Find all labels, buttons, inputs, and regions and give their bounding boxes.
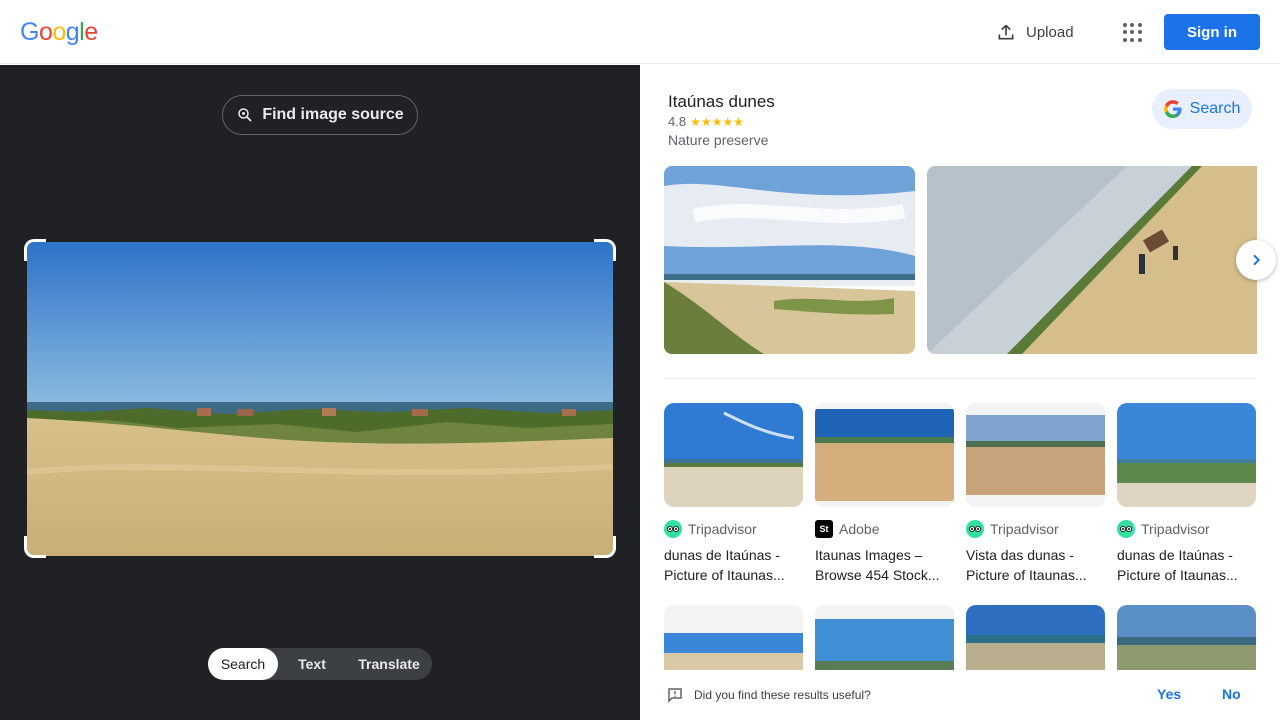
results-pane: Itaúnas dunes 4.8 ★★★★★ Nature preserve … bbox=[640, 65, 1280, 720]
result-thumbnail[interactable] bbox=[664, 605, 803, 671]
logo-letter: g bbox=[65, 18, 80, 46]
logo-letter: o bbox=[38, 18, 53, 46]
crop-handle-top-left[interactable] bbox=[24, 239, 46, 261]
top-bar: Google Upload Sign in bbox=[0, 0, 1280, 64]
google-logo[interactable]: Google bbox=[20, 18, 98, 47]
upload-button[interactable]: Upload bbox=[984, 14, 1086, 50]
logo-letter: e bbox=[84, 18, 98, 46]
visual-match-card[interactable]: Tripadvisor dunas de Itaúnas - Picture o… bbox=[664, 403, 803, 585]
result-thumbnail bbox=[1117, 403, 1256, 507]
result-thumbnail bbox=[815, 403, 954, 507]
logo-letter: o bbox=[52, 18, 66, 46]
result-source: St Adobe bbox=[815, 519, 954, 539]
result-source: Tripadvisor bbox=[966, 519, 1105, 539]
apps-grid-icon[interactable] bbox=[1116, 16, 1148, 48]
place-title[interactable]: Itaúnas dunes bbox=[668, 92, 775, 112]
star-rating-icon: ★★★★★ bbox=[690, 114, 744, 129]
result-title[interactable]: Itaunas Images – Browse 454 Stock... bbox=[815, 545, 954, 585]
tripadvisor-icon bbox=[966, 520, 984, 538]
search-label: Search bbox=[1189, 100, 1241, 117]
result-title[interactable]: dunas de Itaúnas - Picture of Itaunas... bbox=[664, 545, 803, 585]
place-rating: 4.8 ★★★★★ bbox=[668, 114, 744, 129]
feedback-question: Did you find these results useful? bbox=[694, 688, 871, 702]
visual-match-card[interactable]: Tripadvisor Vista das dunas - Picture of… bbox=[966, 403, 1105, 585]
google-g-icon bbox=[1163, 100, 1182, 118]
tab-text[interactable]: Text bbox=[278, 648, 346, 680]
image-preview-pane: Find image source Search Text Translate bbox=[0, 65, 640, 720]
feedback-icon bbox=[668, 688, 682, 703]
place-photo[interactable] bbox=[664, 166, 915, 354]
logo-letter: G bbox=[20, 18, 39, 46]
tripadvisor-icon bbox=[664, 520, 682, 538]
visual-match-card[interactable]: St Adobe Itaunas Images – Browse 454 Sto… bbox=[815, 403, 954, 585]
result-thumbnail[interactable] bbox=[815, 605, 954, 671]
lens-search-icon bbox=[238, 108, 252, 122]
find-image-source-button[interactable]: Find image source bbox=[222, 95, 418, 135]
feedback-yes-button[interactable]: Yes bbox=[1157, 686, 1181, 702]
crop-handle-bottom-right[interactable] bbox=[594, 536, 616, 558]
place-type: Nature preserve bbox=[668, 132, 769, 148]
chevron-right-icon bbox=[1253, 254, 1261, 266]
sign-in-button[interactable]: Sign in bbox=[1164, 14, 1260, 50]
result-thumbnail[interactable] bbox=[966, 605, 1105, 671]
result-source: Tripadvisor bbox=[1117, 519, 1256, 539]
next-photo-button[interactable] bbox=[1236, 240, 1276, 280]
section-divider bbox=[664, 378, 1256, 379]
tripadvisor-icon bbox=[1117, 520, 1135, 538]
find-image-source-label: Find image source bbox=[262, 106, 404, 123]
result-title[interactable]: dunas de Itaúnas - Picture of Itaunas... bbox=[1117, 545, 1256, 585]
feedback-bar: Did you find these results useful? Yes N… bbox=[640, 670, 1280, 720]
result-thumbnail bbox=[664, 403, 803, 507]
crop-handle-top-right[interactable] bbox=[594, 239, 616, 261]
google-search-button[interactable]: Search bbox=[1152, 89, 1252, 129]
result-thumbnail bbox=[966, 403, 1105, 507]
lens-mode-tabs: Search Text Translate bbox=[208, 648, 432, 680]
feedback-no-button[interactable]: No bbox=[1222, 686, 1241, 702]
adobe-stock-icon: St bbox=[815, 520, 833, 538]
visual-match-card[interactable]: Tripadvisor dunas de Itaúnas - Picture o… bbox=[1117, 403, 1256, 585]
rating-value: 4.8 bbox=[668, 114, 687, 129]
source-name: Tripadvisor bbox=[688, 521, 757, 537]
result-thumbnail[interactable] bbox=[1117, 605, 1256, 671]
query-image[interactable] bbox=[27, 242, 613, 556]
result-source: Tripadvisor bbox=[664, 519, 803, 539]
result-title[interactable]: Vista das dunas - Picture of Itaunas... bbox=[966, 545, 1105, 585]
tab-search[interactable]: Search bbox=[208, 648, 278, 680]
source-name: Adobe bbox=[839, 521, 880, 537]
upload-label: Upload bbox=[1026, 23, 1074, 41]
tab-translate[interactable]: Translate bbox=[346, 648, 432, 680]
upload-icon bbox=[998, 24, 1014, 40]
source-name: Tripadvisor bbox=[1141, 521, 1210, 537]
source-name: Tripadvisor bbox=[990, 521, 1059, 537]
crop-handle-bottom-left[interactable] bbox=[24, 536, 46, 558]
place-photo[interactable] bbox=[927, 166, 1257, 354]
